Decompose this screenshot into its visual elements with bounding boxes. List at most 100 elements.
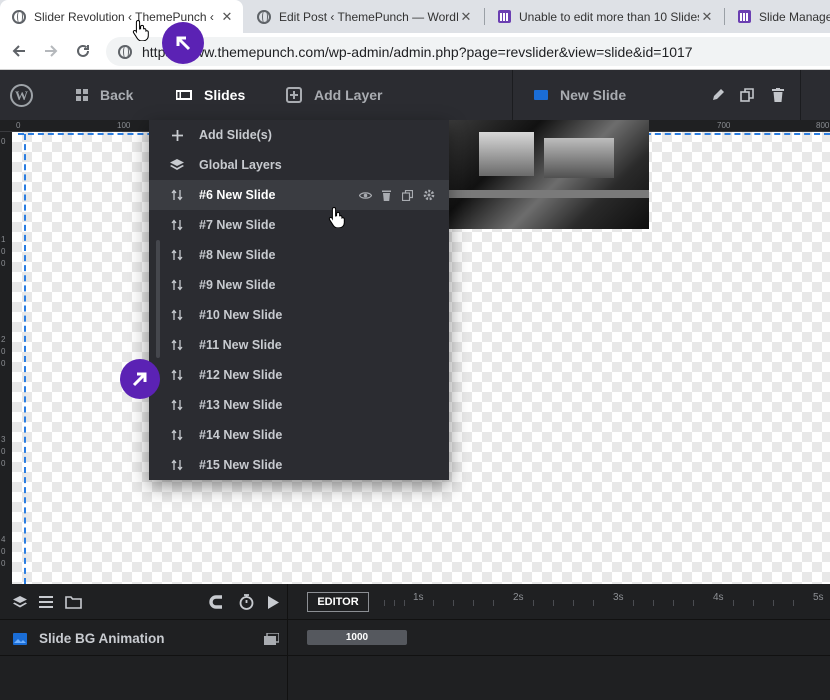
- slide-item-6[interactable]: #6 New Slide: [149, 180, 449, 210]
- ruler-tick: 700: [717, 121, 731, 130]
- reorder-arrows-icon[interactable]: [169, 189, 185, 201]
- timeline-second-label: 1s: [413, 592, 424, 603]
- slide-item-label: #13 New Slide: [199, 398, 283, 412]
- browser-tab-edit-post[interactable]: Edit Post ‹ ThemePunch — WordPress ✕: [245, 0, 482, 33]
- current-slide-title[interactable]: New Slide: [534, 70, 626, 120]
- slides-icon: [176, 89, 192, 101]
- vertical-guide-line: [24, 134, 26, 584]
- list-icon[interactable]: [38, 594, 54, 610]
- close-tab-icon[interactable]: ✕: [458, 9, 474, 25]
- reorder-arrows-icon[interactable]: [169, 309, 185, 321]
- folder-icon[interactable]: [64, 594, 82, 610]
- add-layer-icon: [286, 87, 302, 103]
- slide-item-7[interactable]: #7 New Slide: [149, 210, 449, 240]
- slides-dropdown-menu: Add Slide(s) Global Layers #6 New Slide …: [149, 120, 449, 480]
- timeline-panel: EDITOR 1s 2s 3s 4s 5s Slide BG Animation…: [0, 584, 830, 700]
- url-field[interactable]: https://www.themepunch.com/wp-admin/admi…: [106, 37, 830, 66]
- globe-icon: [257, 9, 271, 24]
- ruler-tick: 4 0 0: [1, 535, 6, 568]
- edit-pencil-icon[interactable]: [710, 87, 726, 103]
- editor-toolbar: W Back Slides Add Layer New Slide: [0, 70, 830, 120]
- timeline-toolbar: EDITOR 1s 2s 3s 4s 5s: [0, 584, 830, 620]
- slide-item-label: #6 New Slide: [199, 188, 276, 202]
- ruler-tick: 2 0 0: [1, 335, 6, 368]
- slides-menu-scrollbar[interactable]: [156, 240, 160, 358]
- close-tab-icon[interactable]: ✕: [699, 9, 715, 25]
- slide-item-13[interactable]: #13 New Slide: [149, 390, 449, 420]
- back-button[interactable]: Back: [76, 70, 133, 120]
- delete-slide-icon[interactable]: [380, 189, 393, 202]
- grid-icon: [76, 89, 88, 101]
- close-tab-icon[interactable]: ✕: [219, 9, 235, 25]
- slide-image-icon: [534, 90, 548, 100]
- visibility-eye-icon[interactable]: [359, 189, 372, 202]
- hand-cursor-icon: [132, 19, 150, 42]
- arrow-marker-icon: [162, 22, 204, 64]
- timeline-second-label: 2s: [513, 592, 524, 603]
- slide-item-11[interactable]: #11 New Slide: [149, 330, 449, 360]
- image-settings-icon[interactable]: [263, 631, 279, 647]
- back-arrow-icon[interactable]: [6, 38, 32, 64]
- duplicate-icon[interactable]: [739, 87, 755, 103]
- slide-settings-gear-icon[interactable]: [422, 189, 435, 202]
- forward-arrow-icon[interactable]: [38, 38, 64, 64]
- tab-title: Slide Manager: [759, 9, 830, 24]
- globe-icon: [12, 9, 26, 24]
- slide-item-9[interactable]: #9 New Slide: [149, 270, 449, 300]
- reorder-arrows-icon[interactable]: [169, 249, 185, 261]
- site-info-icon[interactable]: [118, 44, 132, 59]
- toolbar-divider: [800, 70, 801, 120]
- add-slides-item[interactable]: Add Slide(s): [149, 120, 449, 150]
- magnet-icon[interactable]: [208, 594, 224, 610]
- editor-mode-button[interactable]: EDITOR: [307, 592, 369, 612]
- stopwatch-icon[interactable]: [238, 594, 254, 610]
- wordpress-logo-icon[interactable]: W: [10, 84, 33, 107]
- slide-item-8[interactable]: #8 New Slide: [149, 240, 449, 270]
- slide-item-14[interactable]: #14 New Slide: [149, 420, 449, 450]
- tab-title: Slider Revolution ‹ ThemePunch ‹: [34, 9, 214, 24]
- add-slides-label: Add Slide(s): [199, 128, 272, 142]
- slide-bg-animation-row[interactable]: Slide BG Animation 1000: [0, 620, 830, 656]
- slide-item-label: #15 New Slide: [199, 458, 283, 472]
- layers-icon[interactable]: [12, 594, 28, 610]
- reorder-arrows-icon[interactable]: [169, 219, 185, 231]
- reorder-arrows-icon[interactable]: [169, 429, 185, 441]
- revslider-icon: [497, 10, 511, 24]
- ruler-tick: 0: [16, 121, 21, 130]
- browser-tab-unable-to-edit[interactable]: Unable to edit more than 10 Slides ✕: [485, 0, 723, 33]
- ruler-tick: 800: [816, 121, 830, 130]
- add-layer-label: Add Layer: [314, 87, 383, 103]
- play-icon[interactable]: [265, 594, 281, 610]
- reorder-arrows-icon[interactable]: [169, 279, 185, 291]
- delete-trash-icon[interactable]: [770, 87, 786, 103]
- add-layer-button[interactable]: Add Layer: [286, 70, 382, 120]
- reorder-arrows-icon[interactable]: [169, 399, 185, 411]
- reorder-arrows-icon[interactable]: [169, 339, 185, 351]
- slide-item-12[interactable]: #12 New Slide: [149, 360, 449, 390]
- reorder-arrows-icon[interactable]: [169, 369, 185, 381]
- slides-button[interactable]: Slides: [176, 70, 245, 120]
- slide-item-15[interactable]: #15 New Slide: [149, 450, 449, 480]
- plus-icon: [169, 129, 185, 141]
- hand-cursor-icon: [328, 206, 346, 229]
- browser-tab-slider-revolution[interactable]: Slider Revolution ‹ ThemePunch ‹ ✕: [0, 0, 243, 33]
- reorder-arrows-icon[interactable]: [169, 459, 185, 471]
- timeline-second-label: 5s: [813, 592, 824, 603]
- toolbar-divider: [512, 70, 513, 120]
- duplicate-slide-icon[interactable]: [401, 189, 414, 202]
- browser-tab-slide-manager[interactable]: Slide Manager: [725, 0, 830, 33]
- ruler-tick: 1 0 0: [1, 235, 6, 268]
- global-layers-label: Global Layers: [199, 158, 282, 172]
- arrow-marker-icon: [120, 359, 160, 399]
- slide-item-label: #10 New Slide: [199, 308, 283, 322]
- timeline-second-label: 3s: [613, 592, 624, 603]
- tab-title: Edit Post ‹ ThemePunch — WordPress: [279, 9, 458, 24]
- slide-background-image[interactable]: [449, 120, 649, 229]
- bg-animation-duration-bar[interactable]: 1000: [307, 630, 407, 645]
- slide-item-label: #12 New Slide: [199, 368, 283, 382]
- slide-item-label: #7 New Slide: [199, 218, 276, 232]
- slide-item-10[interactable]: #10 New Slide: [149, 300, 449, 330]
- slide-item-label: #14 New Slide: [199, 428, 283, 442]
- global-layers-item[interactable]: Global Layers: [149, 150, 449, 180]
- reload-icon[interactable]: [70, 38, 96, 64]
